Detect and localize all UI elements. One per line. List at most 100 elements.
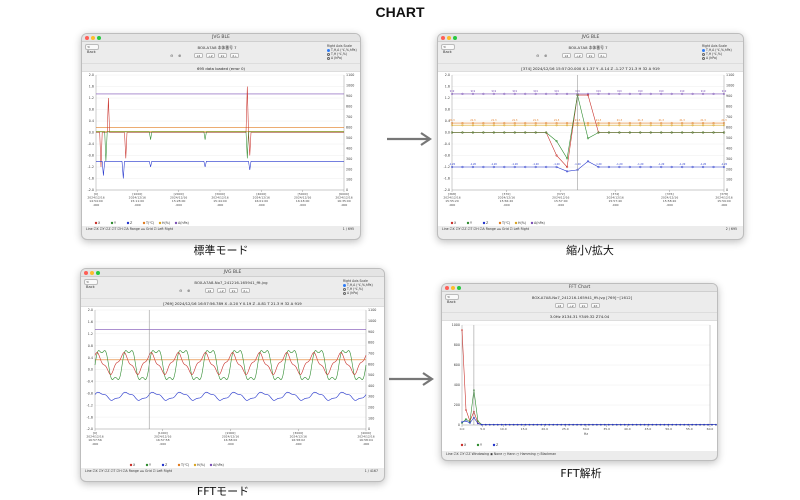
data-point bbox=[699, 423, 701, 426]
right-axis-scale-group: Right Axis Scale T,H,A (℃,%,hPa) T,H (℃,… bbox=[343, 279, 373, 295]
y-tick-label: 600 bbox=[454, 363, 460, 367]
y2-tick-label: 200 bbox=[346, 167, 352, 171]
data-label-z: -1.20 bbox=[700, 163, 707, 166]
legend-marker bbox=[482, 221, 486, 225]
y-tick-label: -0.8 bbox=[88, 154, 94, 158]
scale-div2-button[interactable]: ÷2 bbox=[217, 288, 226, 293]
right-axis-option-a[interactable]: A (hPa) bbox=[702, 56, 732, 60]
data-label-temp: 21.3 bbox=[638, 119, 644, 122]
y2-tick-label: 1100 bbox=[346, 73, 354, 77]
back-button[interactable]: < Back bbox=[441, 44, 455, 54]
radio-icon bbox=[343, 291, 346, 295]
legend-marker bbox=[161, 463, 165, 467]
scale-x2-button[interactable]: x2 bbox=[555, 303, 564, 308]
page-range-field[interactable]: 2 / 695 bbox=[726, 227, 737, 231]
line-toggle-controls[interactable]: Line ☑X ☑Y ☑Z ☑T ☑H ☑A Range ◂ ▸ Grid ☑ … bbox=[85, 469, 172, 473]
line-toggle-controls[interactable]: Line ☑X ☑Y ☑Z ☑T ☑H ☑A Range ◂ ▸ Grid ☑ … bbox=[86, 227, 173, 231]
legend-label: A(hPa) bbox=[213, 463, 224, 467]
scale-div2-button[interactable]: ÷2 bbox=[574, 53, 583, 58]
zoom-out-icon[interactable]: ⊖ bbox=[179, 288, 182, 293]
fft-spectrum-chart[interactable]: 1000 800 600 400 200 0 0.0 5.0 10.0 15.0 20.0 25.0 3… bbox=[442, 320, 717, 451]
data-point bbox=[647, 423, 650, 426]
legend-label: Y bbox=[470, 221, 473, 225]
scale-2div-button[interactable]: 2÷ bbox=[230, 53, 239, 58]
zoom-out-icon[interactable]: ⊖ bbox=[170, 53, 173, 58]
zoom-in-icon[interactable]: ⊕ bbox=[187, 288, 190, 293]
y-tick-label: 2.0 bbox=[89, 73, 94, 77]
page-range-field[interactable]: 1 / 695 bbox=[343, 227, 354, 231]
line-toggle-controls[interactable]: Line ☑X ☑Y ☑Z ☑T ☑H ☑A Range ◂ ▸ Grid ☑ … bbox=[442, 227, 529, 231]
scale-div2-button[interactable]: ÷2 bbox=[567, 303, 576, 308]
scale-2X-button[interactable]: 2X bbox=[591, 303, 600, 308]
scale-2div-button[interactable]: 2÷ bbox=[241, 288, 250, 293]
scale-2x-button[interactable]: 2x bbox=[218, 53, 227, 58]
data-point bbox=[528, 423, 531, 426]
zoom-in-icon[interactable]: ⊕ bbox=[544, 53, 547, 58]
x-tick-label: 40.0 bbox=[624, 427, 631, 431]
window-title: JVG BLE bbox=[223, 270, 242, 275]
x-tick-label: .000 bbox=[258, 203, 265, 207]
data-point bbox=[643, 423, 646, 426]
data-point bbox=[671, 423, 674, 426]
data-point bbox=[580, 423, 582, 426]
x-tick-label: .000 bbox=[217, 203, 224, 207]
y2-tick-label: 900 bbox=[726, 94, 732, 98]
zoom-in-icon[interactable]: ⊕ bbox=[178, 53, 181, 58]
legend-marker bbox=[94, 221, 98, 225]
y-tick-label: 1.2 bbox=[89, 96, 94, 100]
scale-2x-button[interactable]: 2x bbox=[229, 288, 238, 293]
data-label-temp: 21.3 bbox=[700, 119, 706, 122]
data-point bbox=[465, 418, 467, 420]
zoom-out-icon[interactable]: ⊖ bbox=[536, 53, 539, 58]
data-label-temp: 21.3 bbox=[512, 119, 518, 122]
data-point bbox=[492, 423, 495, 426]
legend-marker bbox=[193, 463, 197, 467]
y2-tick-label: 800 bbox=[726, 105, 732, 109]
scale-2div-button[interactable]: 2÷ bbox=[598, 53, 607, 58]
x-tick-label: 50.0 bbox=[665, 427, 672, 431]
legend-marker bbox=[492, 443, 496, 447]
page-title: CHART bbox=[375, 4, 425, 20]
time-series-chart[interactable]: 2.0 1.6 1.2 0.8 0.4 0.0 -0.4 -0.8 -1.2 -1.6 -2.0 11… bbox=[82, 71, 360, 226]
y-tick-label: -0.8 bbox=[87, 392, 93, 396]
legend-marker bbox=[209, 463, 213, 467]
data-point bbox=[596, 423, 598, 426]
scale-2x-button[interactable]: 2x bbox=[579, 303, 588, 308]
y2-tick-label: 800 bbox=[346, 105, 352, 109]
scale-2x-button[interactable]: 2x bbox=[586, 53, 595, 58]
time-series-chart-zoomed[interactable]: 2.0 1.6 1.2 0.8 0.4 0.0 -0.4 -0.8 -1.2 -1.6 -2.0 11… bbox=[438, 71, 743, 226]
data-label-pressure: 919 bbox=[450, 90, 455, 93]
file-name-label: BOX-A7A8 本体番号 7 bbox=[197, 45, 237, 50]
back-button[interactable]: < Back bbox=[445, 294, 459, 304]
legend-label: Z bbox=[496, 443, 499, 447]
y-tick-label: 0.8 bbox=[88, 344, 93, 348]
back-button[interactable]: < Back bbox=[84, 279, 98, 289]
data-label-z: -1.20 bbox=[470, 163, 477, 166]
radio-icon bbox=[702, 56, 705, 60]
y-spectrum bbox=[461, 390, 716, 425]
legend-marker bbox=[498, 221, 502, 225]
x-tick-label: .000 bbox=[134, 203, 141, 207]
data-point bbox=[504, 423, 507, 426]
scale-x2-button[interactable]: x2 bbox=[194, 53, 203, 58]
y-tick-label: -1.6 bbox=[87, 415, 93, 419]
data-label-temp: 21.3 bbox=[679, 119, 685, 122]
right-axis-option-a[interactable]: A (hPa) bbox=[343, 291, 373, 295]
legend-marker bbox=[476, 443, 480, 447]
data-label-pressure: 919 bbox=[638, 90, 643, 93]
data-label-temp: 21.3 bbox=[491, 119, 497, 122]
data-point bbox=[707, 423, 709, 426]
scale-div2-button[interactable]: ÷2 bbox=[206, 53, 215, 58]
fft-line-windowing-controls[interactable]: Line ☑X ☑Y ☑Z Windowing ◉ None ○ Hann ○ … bbox=[446, 452, 556, 456]
back-button[interactable]: < Back bbox=[85, 44, 99, 54]
scale-x2-button[interactable]: x2 bbox=[205, 288, 214, 293]
scale-x2-button[interactable]: x2 bbox=[562, 53, 571, 58]
data-label-temp: 21.3 bbox=[533, 119, 539, 122]
right-axis-option-a[interactable]: A (hPa) bbox=[327, 56, 357, 60]
page-range-field[interactable]: 1 / 4167 bbox=[365, 469, 378, 473]
x-tick-label: 55.0 bbox=[686, 427, 693, 431]
x-series bbox=[96, 86, 344, 168]
fft-source-chart[interactable]: 2.0 1.6 1.2 0.8 0.4 0.0 -0.4 -0.8 -1.2 -1.6 -2.0 11… bbox=[81, 306, 384, 468]
data-label-temp: 21.3 bbox=[449, 119, 455, 122]
legend-label: T(℃) bbox=[501, 221, 510, 225]
